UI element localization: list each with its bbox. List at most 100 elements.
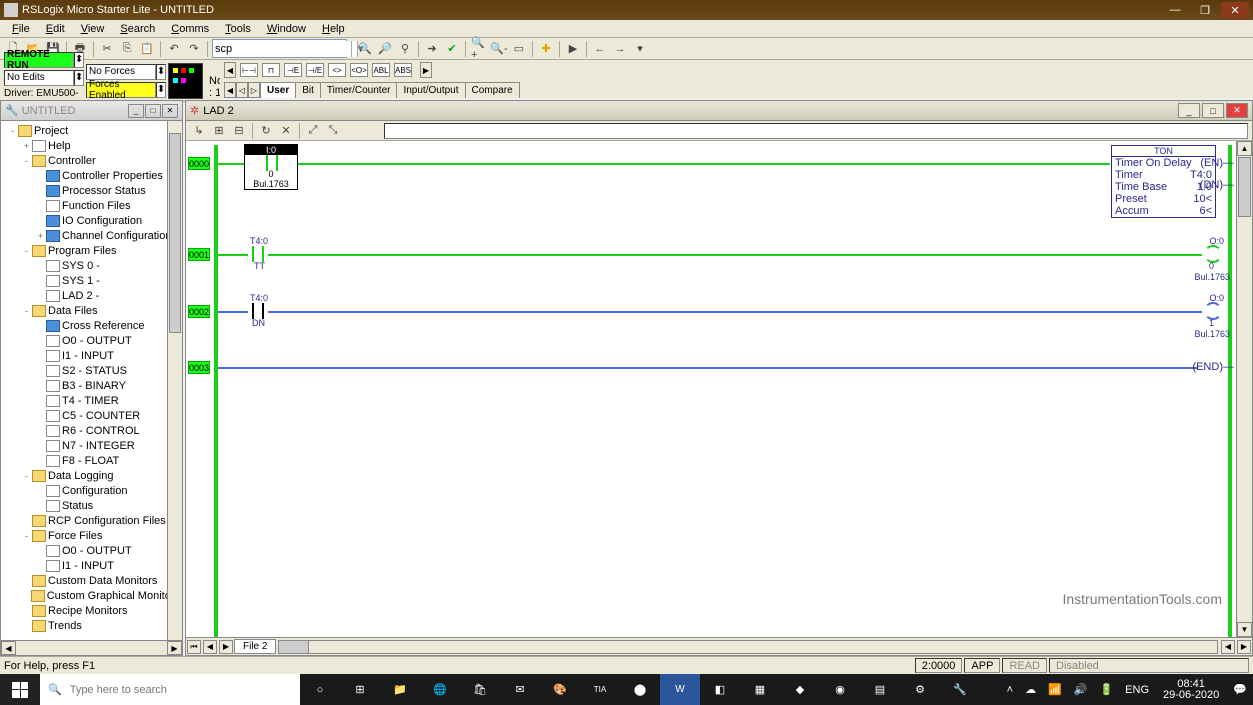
tree-node[interactable]: O0 - OUTPUT xyxy=(3,333,180,348)
tree-node[interactable]: F8 - FLOAT xyxy=(3,453,180,468)
tray-cloud-icon[interactable]: ☁ xyxy=(1019,674,1042,705)
menu-comms[interactable]: Comms xyxy=(163,22,217,36)
hscroll-left[interactable]: ◀ xyxy=(1221,640,1235,654)
tree-node[interactable]: C5 - COUNTER xyxy=(3,408,180,423)
forces-dropdown[interactable]: ⬍ xyxy=(156,64,166,80)
instrtab-nav[interactable]: ◁ xyxy=(236,82,248,98)
tree-node[interactable]: I1 - INPUT xyxy=(3,348,180,363)
tree-node[interactable]: T4 - TIMER xyxy=(3,393,180,408)
menu-edit[interactable]: Edit xyxy=(38,22,73,36)
tree-node[interactable]: Trends xyxy=(3,618,180,633)
instr-abs-button[interactable]: ABS xyxy=(394,63,412,77)
lad-tool-3[interactable]: ⊟ xyxy=(230,122,248,140)
instrtab-inputoutput[interactable]: Input/Output xyxy=(396,82,465,98)
menu-help[interactable]: Help xyxy=(314,22,353,36)
tree-node[interactable]: Custom Data Monitors xyxy=(3,573,180,588)
rung-number[interactable]: 0002 xyxy=(188,305,210,318)
tree-node[interactable]: S2 - STATUS xyxy=(3,363,180,378)
menu-tools[interactable]: Tools xyxy=(217,22,259,36)
rung-number[interactable]: 0000 xyxy=(188,157,210,170)
tree-node[interactable]: LAD 2 - xyxy=(3,288,180,303)
replace-button[interactable]: ⚲ xyxy=(396,40,414,58)
ote-instruction[interactable] xyxy=(1202,246,1224,262)
hscroll-right[interactable]: ▶ xyxy=(1237,640,1251,654)
instr-xic-button[interactable]: ⊣E xyxy=(284,63,302,77)
verify-button[interactable]: ✔ xyxy=(443,40,461,58)
add-button[interactable]: ✚ xyxy=(537,40,555,58)
proj-max-button[interactable]: □ xyxy=(145,104,161,118)
instr-ote-button[interactable]: <> xyxy=(328,63,346,77)
search-combo[interactable]: ▾ xyxy=(212,39,347,58)
lad-min-button[interactable]: _ xyxy=(1178,103,1200,118)
proj-min-button[interactable]: _ xyxy=(128,104,144,118)
tree-node[interactable]: -Force Files xyxy=(3,528,180,543)
paste-button[interactable]: 📋 xyxy=(138,40,156,58)
app-icon-3[interactable]: ◆ xyxy=(780,674,820,705)
tray-volume-icon[interactable]: 🔊 xyxy=(1068,674,1094,705)
lad-address-box[interactable] xyxy=(384,123,1248,139)
explorer-icon[interactable]: 📁 xyxy=(380,674,420,705)
tree-node[interactable]: Cross Reference xyxy=(3,318,180,333)
nav-back-button[interactable]: ← xyxy=(591,40,609,58)
minimize-button[interactable]: — xyxy=(1161,2,1189,18)
tree-node[interactable]: SYS 1 - xyxy=(3,273,180,288)
mail-icon[interactable]: ✉ xyxy=(500,674,540,705)
tab-next-button[interactable]: ▶ xyxy=(219,640,233,654)
nav-dropdown-button[interactable]: ▾ xyxy=(631,40,649,58)
instrtab-timercounter[interactable]: Timer/Counter xyxy=(320,82,398,98)
lad-tool-1[interactable]: ↳ xyxy=(190,122,208,140)
instrtab-nav[interactable]: ▷ xyxy=(248,82,260,98)
lad-tool-6[interactable]: ⤢ xyxy=(304,122,322,140)
nav-fwd-button[interactable]: → xyxy=(611,40,629,58)
edge-icon[interactable]: 🌐 xyxy=(420,674,460,705)
app-icon-2[interactable]: ▦ xyxy=(740,674,780,705)
cortana-icon[interactable]: ○ xyxy=(300,674,340,705)
tree-node[interactable]: O0 - OUTPUT xyxy=(3,543,180,558)
tree-node[interactable]: +Channel Configuration xyxy=(3,228,180,243)
paint-icon[interactable]: 🎨 xyxy=(540,674,580,705)
store-icon[interactable]: 🛍 xyxy=(460,674,500,705)
tree-node[interactable]: Recipe Monitors xyxy=(3,603,180,618)
ladder-hscroll[interactable] xyxy=(278,640,1218,654)
search-input[interactable] xyxy=(215,41,357,57)
tree-node[interactable]: +Help xyxy=(3,138,180,153)
taskview-icon[interactable]: ⊞ xyxy=(340,674,380,705)
instrtab-compare[interactable]: Compare xyxy=(465,82,520,98)
tree-node[interactable]: SYS 0 - xyxy=(3,258,180,273)
lad-close-button[interactable]: ✕ xyxy=(1226,103,1248,118)
app-icon-1[interactable]: ◧ xyxy=(700,674,740,705)
proj-hscroll[interactable]: ◀ ▶ xyxy=(1,640,182,655)
ladder-vscroll[interactable]: ▲ ▼ xyxy=(1236,141,1252,637)
proj-hscroll-left[interactable]: ◀ xyxy=(1,641,16,655)
undo-button[interactable]: ↶ xyxy=(165,40,183,58)
lad-tool-4[interactable]: ↻ xyxy=(257,122,275,140)
instrtab-bit[interactable]: Bit xyxy=(295,82,321,98)
vscroll-up[interactable]: ▲ xyxy=(1237,141,1252,156)
vscroll-thumb[interactable] xyxy=(1238,157,1251,217)
proj-vscroll[interactable] xyxy=(167,121,182,640)
tree-node[interactable]: IO Configuration xyxy=(3,213,180,228)
proj-close-button[interactable]: ✕ xyxy=(162,104,178,118)
instr-branch-button[interactable]: ⊓ xyxy=(262,63,280,77)
tree-node[interactable]: B3 - BINARY xyxy=(3,378,180,393)
proj-vscroll-thumb[interactable] xyxy=(169,133,181,333)
tree-node[interactable]: I1 - INPUT xyxy=(3,558,180,573)
instrtab-nav[interactable]: ◀ xyxy=(224,82,236,98)
menu-file[interactable]: File xyxy=(4,22,38,36)
play-button[interactable]: ▶ xyxy=(564,40,582,58)
cut-button[interactable]: ✂ xyxy=(98,40,116,58)
maximize-button[interactable]: ❐ xyxy=(1191,2,1219,18)
tab-first-button[interactable]: ⏮ xyxy=(187,640,201,654)
tray-lang[interactable]: ENG xyxy=(1119,674,1155,705)
tree-node[interactable]: Controller Properties xyxy=(3,168,180,183)
instr-abl-button[interactable]: ABL xyxy=(372,63,390,77)
taskbar-search[interactable]: 🔍 Type here to search xyxy=(40,674,300,705)
instr-rung-button[interactable]: ⊢⊣ xyxy=(240,63,258,77)
word-icon[interactable]: W xyxy=(660,674,700,705)
rung-number[interactable]: 0003 xyxy=(188,361,210,374)
lad-max-button[interactable]: □ xyxy=(1202,103,1224,118)
file-tab[interactable]: File 2 xyxy=(234,639,276,654)
tree-node[interactable]: Configuration xyxy=(3,483,180,498)
copy-button[interactable]: ⎘ xyxy=(118,40,136,58)
tray-battery-icon[interactable]: 🔋 xyxy=(1093,674,1119,705)
